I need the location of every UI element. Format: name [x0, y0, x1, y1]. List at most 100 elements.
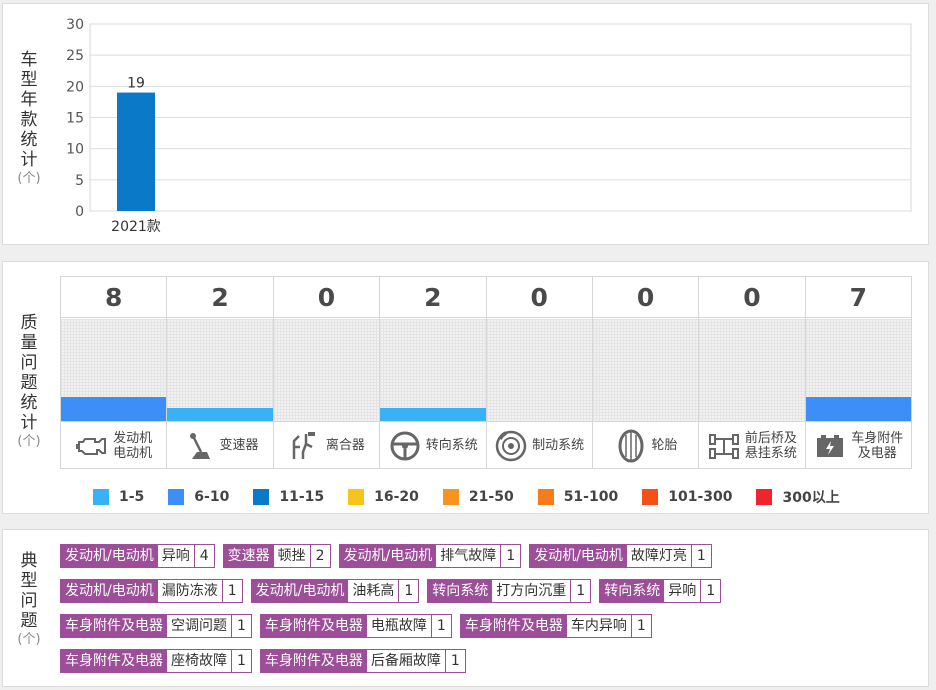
issue-tag-count: 1: [431, 615, 451, 637]
legend-item: 101-300: [642, 487, 732, 507]
quality-category-label-line: 前后桥及: [744, 430, 797, 446]
issue-tag-name: 空调问题: [167, 615, 232, 637]
year-model-chart: 0 5 10 15 20 25 30 19 2021款: [66, 17, 912, 235]
issue-tag-name: 打方向沉重: [492, 580, 572, 602]
issue-tag[interactable]: 发动机/电动机 排气故障 1: [338, 544, 522, 568]
engine-icon: [75, 429, 109, 463]
quality-category: 变速器: [167, 421, 273, 469]
quality-title-char: 量: [20, 333, 38, 353]
issue-tag[interactable]: 车身附件及电器 空调问题 1: [60, 614, 252, 638]
legend-label: 6-10: [194, 489, 230, 505]
year-model-panel: 车型年款统计 (个) 0 5 10 15 20 25 30 19 2021款: [2, 3, 929, 245]
quality-bar-track: [61, 319, 167, 421]
issue-tag[interactable]: 车身附件及电器 座椅故障 1: [60, 649, 252, 673]
typical-issues-panel: 典型问题 (个) 发动机/电动机 异响 4 变速器 顿挫 2 发动机/电动机 排气故障 1 发动机…: [2, 529, 929, 687]
quality-title-char: 质: [20, 313, 38, 333]
issue-tag[interactable]: 转向系统 异响 1: [599, 579, 722, 603]
legend-swatch: [756, 489, 773, 505]
issue-tag-list: 发动机/电动机 异响 4 变速器 顿挫 2 发动机/电动机 排气故障 1 发动机/电动机 故障灯亮 1…: [60, 544, 920, 684]
quality-category-label-line: 轮胎: [651, 438, 678, 453]
x-tick-label: 2021款: [111, 219, 161, 235]
legend-label: 51-100: [563, 489, 619, 505]
quality-column[interactable]: 0 轮胎: [592, 277, 700, 469]
quality-title-text: 质量问题统计: [3, 313, 55, 433]
quality-count: 0: [699, 277, 805, 318]
y-tick-label: 25: [66, 48, 84, 64]
quality-column[interactable]: 0 前后桥及 悬挂系统: [699, 277, 806, 468]
issue-tag-count: 1: [691, 545, 711, 567]
issue-tag[interactable]: 发动机/电动机 故障灯亮 1: [529, 544, 712, 568]
legend-label: 300以上: [782, 490, 840, 506]
y-tick-label: 0: [75, 204, 84, 220]
legend-item: 11-15: [253, 487, 324, 507]
issue-tag[interactable]: 车身附件及电器 电瓶故障 1: [259, 614, 452, 638]
quality-category: 发动机 电动机: [61, 421, 167, 469]
quality-column[interactable]: 0 离合器: [273, 277, 381, 469]
legend-swatch: [253, 489, 270, 505]
issue-tag-category: 发动机/电动机: [530, 545, 627, 567]
issue-tag-name: 漏防冻液: [157, 580, 223, 602]
issue-tag-category: 车身附件及电器: [61, 615, 167, 637]
issue-tag-category: 车身附件及电器: [460, 615, 567, 637]
issue-tag-count: 1: [232, 650, 251, 672]
quality-column[interactable]: 7 车身附件 及电器: [805, 277, 911, 469]
quality-bar-fill: [380, 407, 486, 421]
issue-tag-name: 油耗高: [348, 580, 400, 602]
quality-column[interactable]: 2 变速器: [167, 277, 274, 469]
legend-item: 1-5: [93, 487, 144, 507]
quality-category: 离合器: [273, 421, 380, 469]
issue-tag-name: 顿挫: [273, 545, 311, 567]
legend-item: 300以上: [756, 487, 840, 507]
issue-tag-row: 车身附件及电器 座椅故障 1 车身附件及电器 后备厢故障 1: [60, 649, 920, 673]
issue-tag-category: 车身附件及电器: [260, 650, 367, 672]
legend-swatch: [348, 489, 365, 505]
quality-category-label: 变速器: [220, 438, 259, 453]
issue-tag-name: 异响: [157, 545, 195, 567]
issue-tag-category: 车身附件及电器: [260, 615, 367, 637]
quality-category-label-line: 发动机: [113, 430, 153, 446]
quality-category-label-line: 变速器: [219, 438, 259, 453]
quality-category: 车身附件 及电器: [805, 421, 911, 469]
quality-category-label: 车身附件 及电器: [851, 431, 903, 461]
issue-tag[interactable]: 发动机/电动机 漏防冻液 1: [60, 579, 243, 603]
quality-count: 2: [167, 277, 273, 318]
quality-column[interactable]: 2 转向系统: [380, 277, 487, 468]
y-tick-label: 5: [75, 173, 84, 189]
issue-tag[interactable]: 转向系统 打方向沉重 1: [427, 579, 592, 603]
issue-tag-name: 故障灯亮: [626, 545, 692, 567]
legend-label: 101-300: [668, 489, 733, 505]
quality-category: 轮胎: [592, 421, 699, 469]
legend-swatch: [168, 489, 185, 505]
quality-count: 0: [486, 277, 592, 318]
quality-column[interactable]: 8 发动机 电动机: [61, 277, 168, 469]
issue-tag-category: 转向系统: [600, 580, 665, 602]
quality-title-char: 问: [20, 353, 38, 373]
issue-tag-count: 1: [232, 615, 251, 637]
quality-bar-track: [380, 319, 486, 421]
legend-swatch: [93, 489, 109, 505]
issue-tag-name: 车内异响: [566, 615, 632, 637]
quality-category-label-line: 悬挂系统: [744, 445, 797, 461]
quality-title-char: 题: [20, 373, 38, 393]
quality-count: 2: [380, 277, 486, 318]
issue-tag-category: 发动机/电动机: [61, 545, 158, 567]
issue-tag[interactable]: 发动机/电动机 油耗高 1: [250, 579, 420, 603]
steering-wheel-icon: [388, 429, 422, 463]
quality-column[interactable]: 0 制动系统: [486, 277, 593, 468]
quality-count: 0: [273, 277, 380, 318]
issue-tag[interactable]: 变速器 顿挫 2: [222, 544, 331, 568]
issue-tag[interactable]: 车身附件及电器 车内异响 1: [459, 614, 652, 638]
clutch-icon: [288, 429, 322, 463]
quality-bar-track: [699, 319, 805, 421]
issue-tag[interactable]: 车身附件及电器 后备厢故障 1: [259, 649, 466, 673]
y-tick-label: 30: [66, 17, 84, 33]
quality-category-label: 转向系统: [426, 438, 478, 453]
legend-swatch: [642, 489, 659, 505]
issue-tag-row: 发动机/电动机 漏防冻液 1 发动机/电动机 油耗高 1 转向系统 打方向沉重 1 转向系统 异响 1: [60, 579, 920, 603]
quality-count: 8: [61, 277, 167, 318]
issue-tag[interactable]: 发动机/电动机 异响 4: [60, 544, 215, 568]
quality-bar-track: [805, 319, 911, 421]
quality-title-char: 统: [20, 393, 38, 413]
quality-table: 8 发动机 电动机 2 变速器 0 离合器 2 转向系统 0 制动系统 0 轮胎 0 前后桥及 悬挂系统 7 车身…: [60, 276, 912, 469]
typical-issues-title-char: 题: [20, 611, 38, 631]
